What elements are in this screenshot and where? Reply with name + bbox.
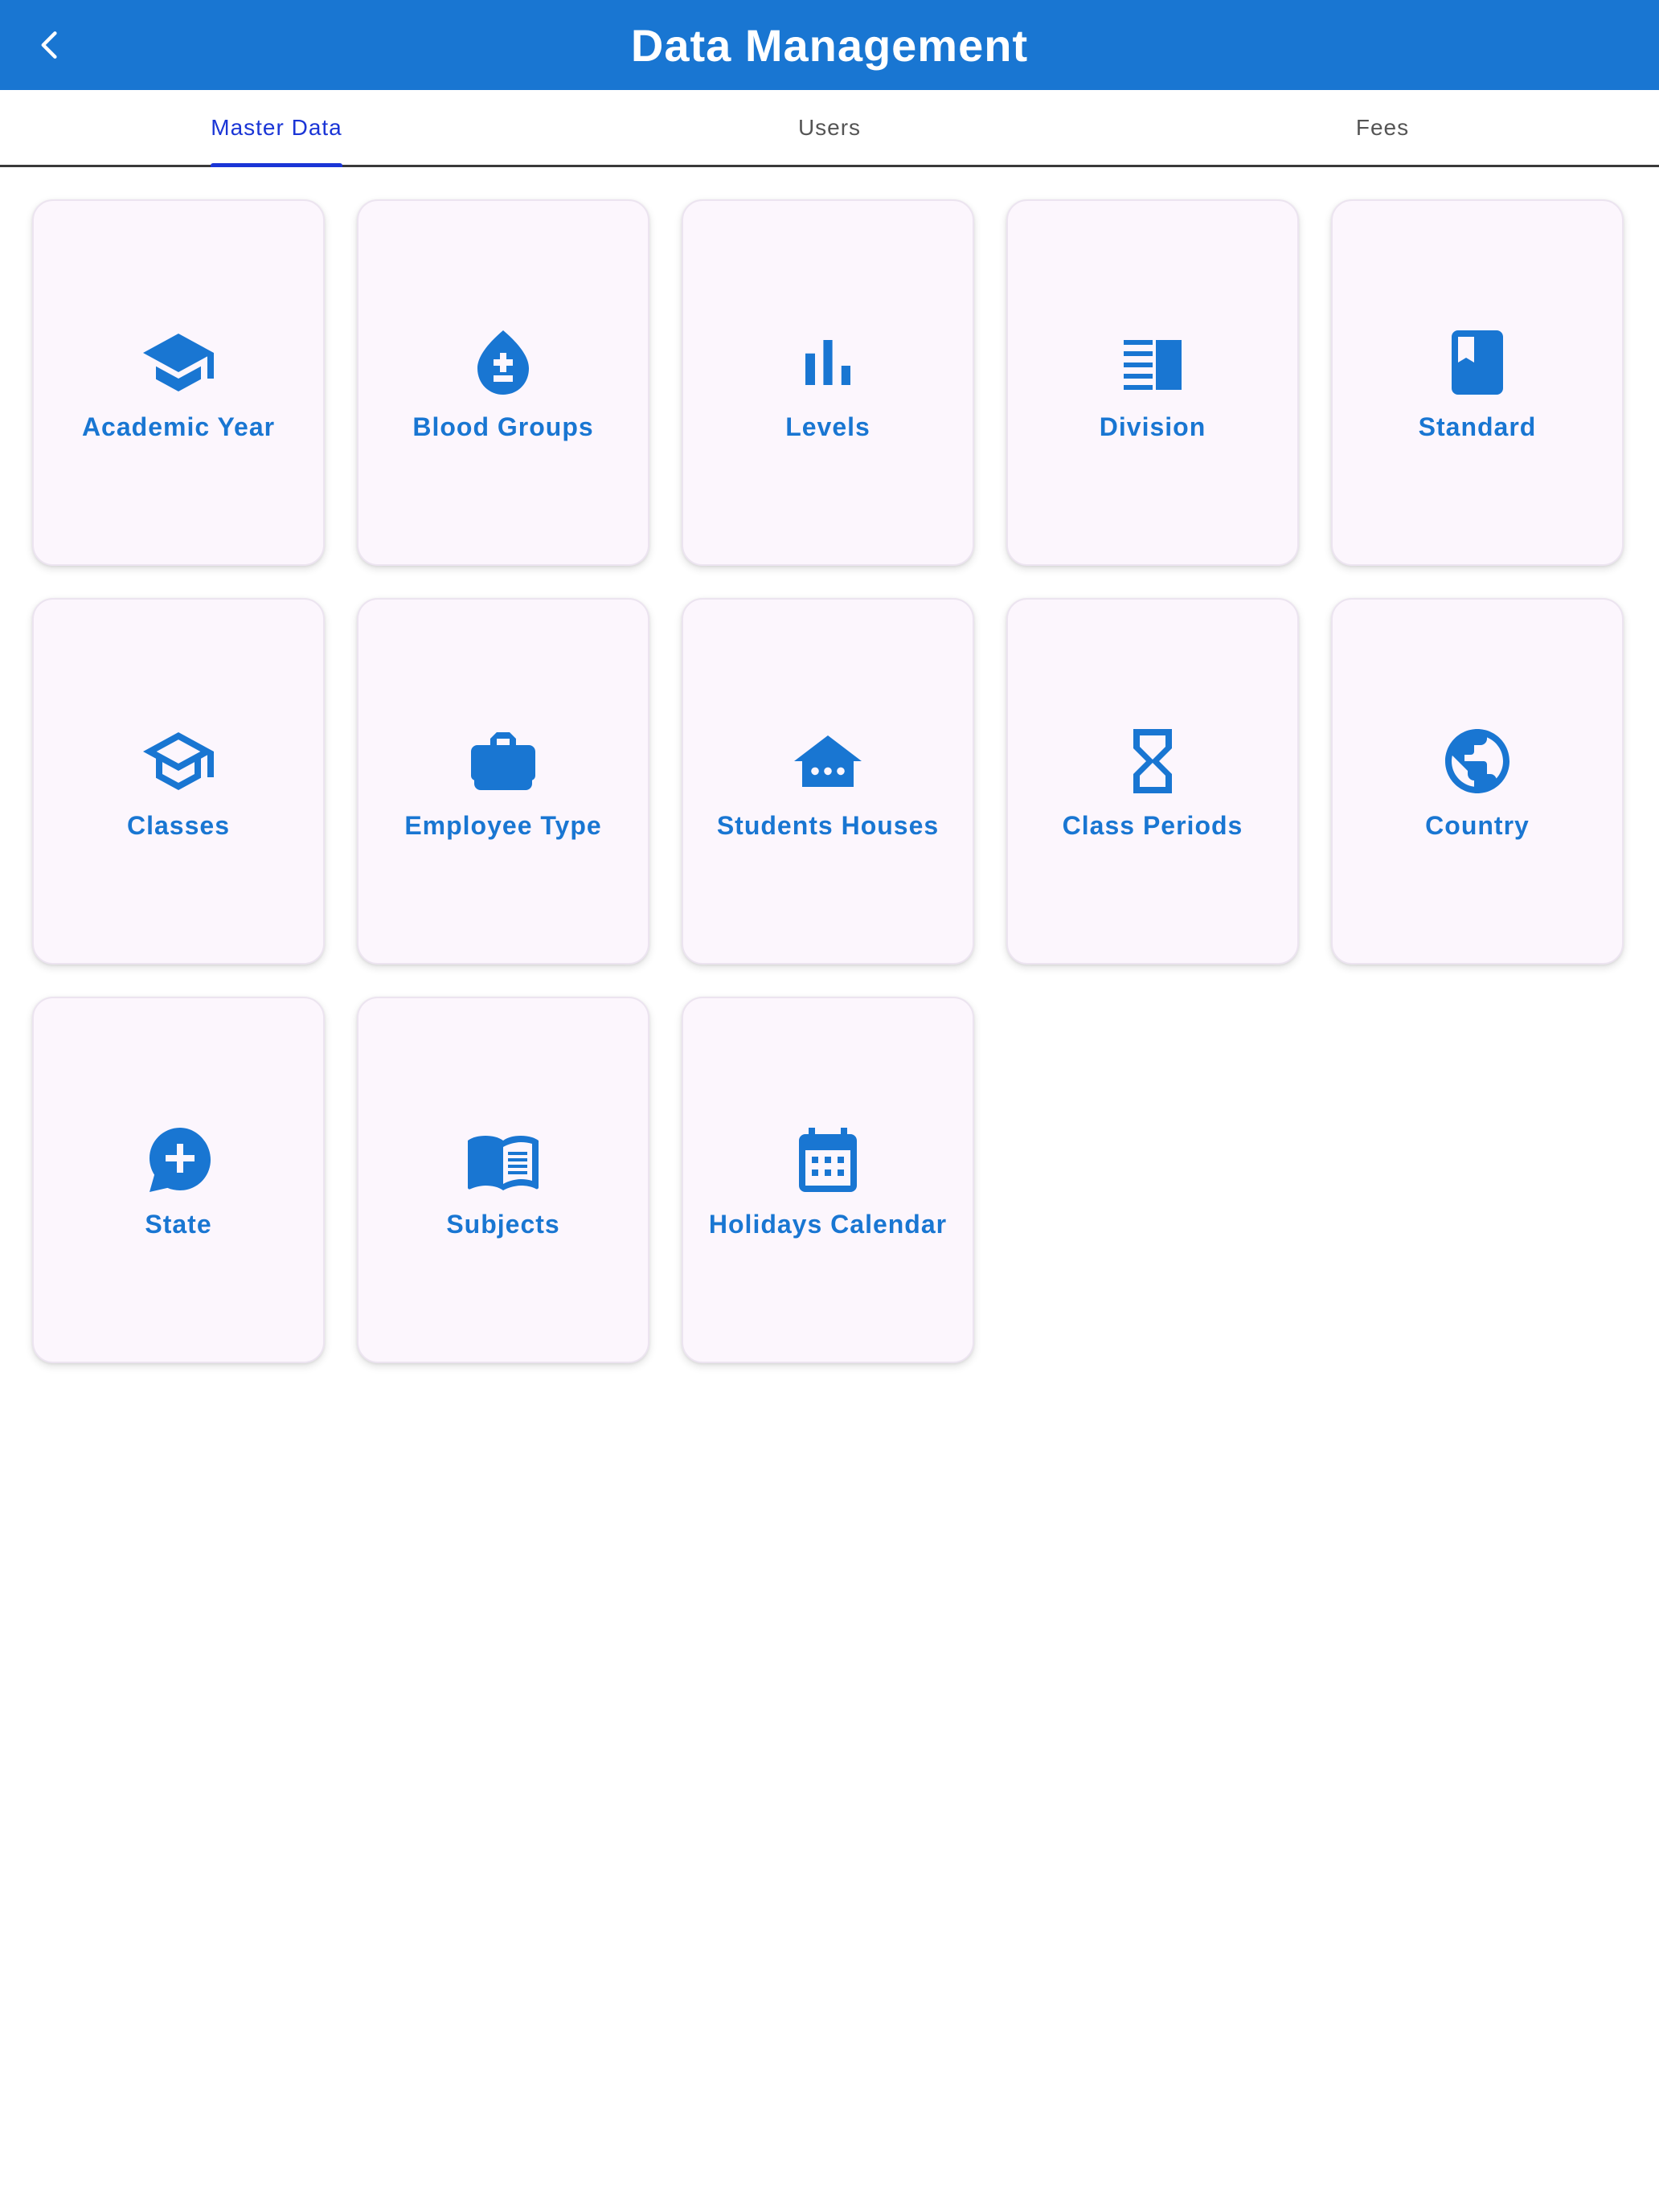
graduation-cap-outline-icon <box>140 723 217 800</box>
tab-bar: Master Data Users Fees <box>0 90 1659 167</box>
tab-label: Master Data <box>211 114 342 140</box>
card-label: State <box>145 1209 212 1239</box>
add-comment-icon <box>140 1121 217 1198</box>
card-academic-year[interactable]: Academic Year <box>32 199 325 566</box>
blood-drop-icon <box>465 324 542 401</box>
tab-fees[interactable]: Fees <box>1106 90 1659 165</box>
tab-users[interactable]: Users <box>553 90 1106 165</box>
bookmark-book-icon <box>1439 324 1516 401</box>
master-data-grid: Academic Year Blood Groups Levels Divisi… <box>32 199 1624 1363</box>
briefcase-icon <box>465 723 542 800</box>
hourglass-icon <box>1114 723 1191 800</box>
card-label: Standard <box>1418 412 1537 441</box>
card-state[interactable]: State <box>32 997 325 1363</box>
card-label: Country <box>1425 810 1530 840</box>
card-label: Blood Groups <box>412 412 594 441</box>
tab-label: Fees <box>1355 114 1410 140</box>
chevron-left-icon <box>41 31 57 59</box>
card-country[interactable]: Country <box>1331 598 1624 965</box>
card-students-houses[interactable]: Students Houses <box>682 598 974 965</box>
card-label: Academic Year <box>81 412 276 441</box>
graduation-cap-icon <box>140 324 217 401</box>
card-label: Classes <box>127 810 230 840</box>
bar-chart-icon <box>789 324 866 401</box>
card-employee-type[interactable]: Employee Type <box>357 598 649 965</box>
card-label: Division <box>1099 412 1206 441</box>
view-list-icon <box>1114 324 1191 401</box>
page-title: Data Management <box>630 19 1029 71</box>
card-blood-groups[interactable]: Blood Groups <box>357 199 649 566</box>
card-classes[interactable]: Classes <box>32 598 325 965</box>
app-bar: Data Management <box>0 0 1659 90</box>
card-class-periods[interactable]: Class Periods <box>1006 598 1299 965</box>
card-label: Students Houses <box>716 810 940 840</box>
house-icon <box>789 723 866 800</box>
globe-icon <box>1439 723 1516 800</box>
card-label: Class Periods <box>1062 810 1243 840</box>
card-division[interactable]: Division <box>1006 199 1299 566</box>
card-label: Levels <box>785 412 870 441</box>
tab-label: Users <box>797 114 862 140</box>
card-holidays-calendar[interactable]: Holidays Calendar <box>682 997 974 1363</box>
back-button[interactable] <box>23 18 77 72</box>
card-levels[interactable]: Levels <box>682 199 974 566</box>
card-subjects[interactable]: Subjects <box>357 997 649 1363</box>
card-label: Holidays Calendar <box>708 1209 948 1239</box>
tab-master-data[interactable]: Master Data <box>0 90 553 167</box>
calendar-icon <box>789 1121 866 1198</box>
tab-indicator <box>211 163 342 167</box>
card-standard[interactable]: Standard <box>1331 199 1624 566</box>
card-label: Employee Type <box>404 810 602 840</box>
open-book-icon <box>465 1121 542 1198</box>
card-label: Subjects <box>446 1209 560 1239</box>
